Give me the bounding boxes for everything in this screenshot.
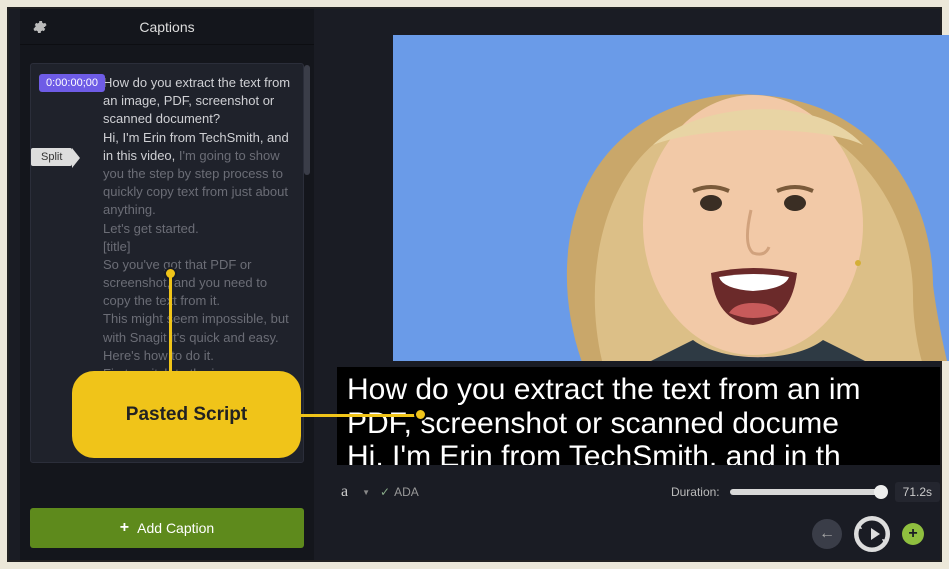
split-button[interactable]: Split (31, 148, 72, 166)
add-button[interactable]: + (902, 523, 924, 545)
add-caption-label: Add Caption (137, 520, 214, 536)
duration-label: Duration: (671, 485, 720, 499)
add-caption-button[interactable]: + Add Caption (30, 508, 304, 548)
caption-text[interactable]: How do you extract the text from an imag… (103, 74, 291, 383)
loop-play-button[interactable] (854, 516, 890, 552)
video-frame-illustration (393, 35, 949, 361)
annotation-pointer-line (169, 273, 172, 373)
slider-thumb[interactable] (874, 485, 888, 499)
caption-timestamp[interactable]: 0:00:00;00 (39, 74, 105, 92)
arrow-left-icon: ← (819, 525, 835, 543)
panel-header: Captions (20, 9, 314, 45)
annotation-pointer-dot (414, 408, 427, 421)
editor-frame: Captions 0:00:00;00 Split How do you ext… (7, 7, 942, 562)
playback-controls: ← + (812, 516, 924, 552)
ada-label: ADA (394, 485, 419, 499)
plus-small-icon: + (908, 525, 917, 543)
annotation-callout: Pasted Script (72, 371, 301, 458)
check-icon: ✓ (380, 485, 390, 499)
loop-play-icon (854, 516, 890, 552)
plus-icon: + (120, 519, 129, 537)
scrollbar-thumb[interactable] (304, 65, 310, 175)
annotation-pointer-line (299, 414, 417, 417)
caption-style-controls: a ▼ ✓ ADA Duration: 71.2s (337, 477, 940, 507)
preview-area: How do you extract the text from an im P… (317, 9, 940, 560)
previous-caption-button[interactable]: ← (812, 519, 842, 549)
font-sample-button[interactable]: a (337, 483, 352, 501)
duration-slider[interactable] (730, 489, 885, 495)
caption-overlay: How do you extract the text from an im P… (337, 367, 940, 465)
ada-toggle[interactable]: ✓ ADA (380, 485, 419, 499)
slider-fill (730, 489, 878, 495)
gear-icon (31, 19, 47, 35)
chevron-down-icon[interactable]: ▼ (362, 488, 370, 497)
duration-value[interactable]: 71.2s (895, 482, 940, 502)
captions-panel: Captions 0:00:00;00 Split How do you ext… (20, 9, 314, 560)
caption-text-upcoming: I'm going to show you the step by step p… (103, 148, 289, 381)
panel-title: Captions (20, 19, 314, 35)
settings-button[interactable] (28, 16, 50, 38)
annotation-label: Pasted Script (126, 404, 247, 426)
video-preview[interactable] (393, 35, 949, 361)
